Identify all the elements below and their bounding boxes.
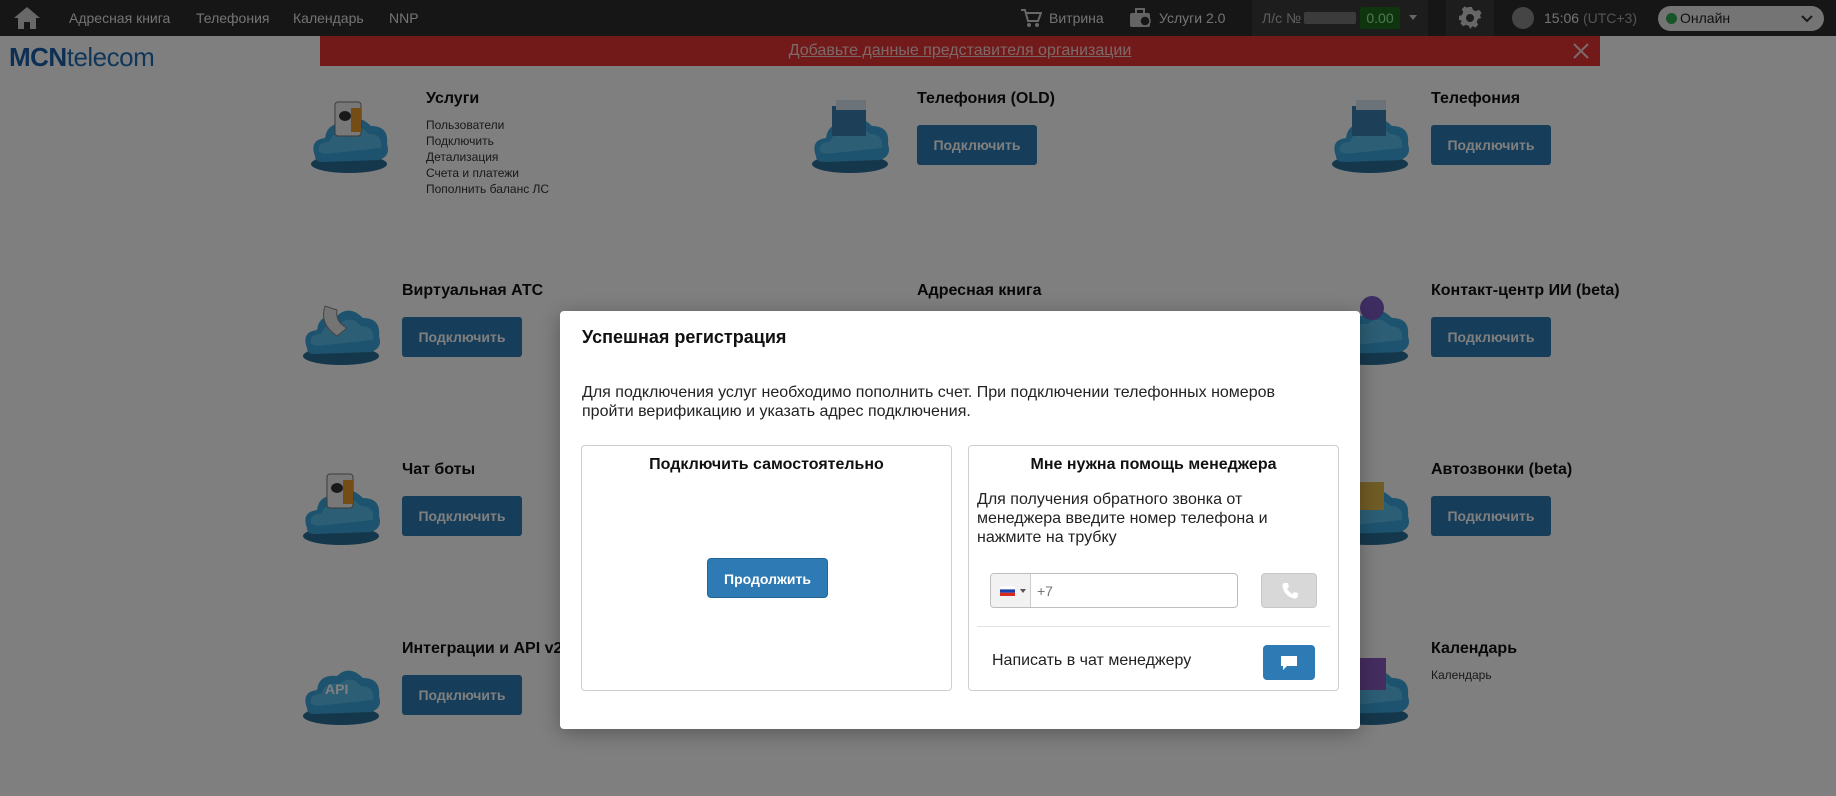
self-connect-panel: Подключить самостоятельно Продолжить xyxy=(581,445,952,691)
modal-title: Успешная регистрация xyxy=(582,327,787,347)
phone-icon xyxy=(1282,583,1298,599)
divider xyxy=(977,626,1330,627)
chat-icon xyxy=(1281,656,1297,670)
phone-field xyxy=(990,573,1238,608)
manager-help-panel: Мне нужна помощь менеджера Для получения… xyxy=(968,445,1339,691)
chat-manager-button[interactable] xyxy=(1263,645,1315,680)
phone-input[interactable] xyxy=(1037,574,1235,607)
country-select[interactable] xyxy=(991,574,1031,607)
manager-help-title: Мне нужна помощь менеджера xyxy=(1030,456,1277,473)
chat-manager-label: Написать в чат менеджеру xyxy=(992,652,1192,669)
continue-button[interactable]: Продолжить xyxy=(707,558,828,598)
modal-description: Для подключения услуг необходимо пополни… xyxy=(582,384,1275,420)
chevron-down-icon xyxy=(1020,589,1026,593)
registration-success-modal: Успешная регистрация Для подключения усл… xyxy=(560,311,1360,729)
russia-flag-icon xyxy=(1000,586,1015,596)
call-back-button[interactable] xyxy=(1261,573,1317,608)
manager-help-text: Для получения обратного звонка от менедж… xyxy=(977,491,1268,546)
self-connect-title: Подключить самостоятельно xyxy=(649,456,884,473)
